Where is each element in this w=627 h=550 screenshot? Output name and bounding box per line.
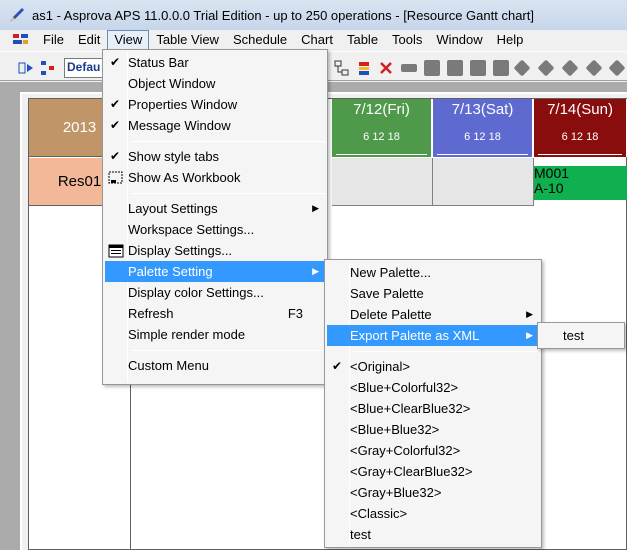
menu-item-object-window[interactable]: Object Window — [105, 73, 325, 94]
menu-item-status-bar[interactable]: ✔ Status Bar — [105, 52, 325, 73]
check-icon: ✔ — [110, 118, 121, 132]
menu-separator — [131, 350, 325, 351]
sp3-icon[interactable] — [470, 60, 486, 76]
menu-separator — [353, 351, 539, 352]
diamond-icon-5[interactable] — [608, 59, 626, 77]
menu-item-palette-blue-blue32[interactable]: <Blue+Blue32> — [327, 419, 539, 440]
menu-item-properties-window[interactable]: ✔ Properties Window — [105, 94, 325, 115]
menu-item-show-style-tabs[interactable]: ✔ Show style tabs — [105, 146, 325, 167]
delete-x-icon[interactable] — [378, 60, 394, 76]
grid-tree-icon[interactable] — [40, 60, 56, 76]
diamond-icon-3[interactable] — [561, 59, 579, 77]
submenu-arrow-icon: ▶ — [312, 266, 319, 276]
display-settings-icon — [108, 243, 124, 258]
menu-item-palette-gray-blue32[interactable]: <Gray+Blue32> — [327, 482, 539, 503]
hour-ticks: 6 12 18 — [561, 131, 599, 143]
menu-item-display-settings[interactable]: Display Settings... — [105, 240, 325, 261]
menu-file[interactable]: File — [36, 30, 71, 50]
submenu-arrow-icon: ▶ — [312, 203, 319, 213]
window-title: as1 - Asprova APS 11.0.0.0 Trial Edition… — [32, 7, 534, 23]
shortcut-label: F3 — [287, 306, 303, 321]
sp2-icon[interactable] — [447, 60, 463, 76]
menu-item-new-palette[interactable]: New Palette... — [327, 262, 539, 283]
sp4-icon[interactable] — [493, 60, 509, 76]
menu-item-show-as-workbook[interactable]: Show As Workbook — [105, 167, 325, 188]
menu-edit[interactable]: Edit — [71, 30, 107, 50]
menu-item-message-window[interactable]: ✔ Message Window — [105, 115, 325, 136]
style-combo[interactable]: Defau — [64, 58, 104, 78]
menu-item-palette-blue-colorful32[interactable]: <Blue+Colorful32> — [327, 377, 539, 398]
menu-separator — [131, 193, 325, 194]
menu-item-delete-palette[interactable]: Delete Palette ▶ — [327, 304, 539, 325]
menu-window[interactable]: Window — [429, 30, 489, 50]
tree-node-icon[interactable] — [334, 60, 350, 76]
diamond-icon-1[interactable] — [513, 59, 531, 77]
app-pen-icon — [8, 6, 26, 24]
menu-bar: File Edit View Table View Schedule Chart… — [0, 30, 627, 50]
workbook-icon — [108, 170, 124, 184]
day-header-sun: 7/14(Sun) 6 12 18 — [534, 99, 627, 157]
operation-item: A-10 — [534, 180, 564, 196]
menu-table-view[interactable]: Table View — [149, 30, 226, 50]
submenu-arrow-icon: ▶ — [526, 330, 533, 340]
back-arrow-icon[interactable] — [18, 60, 34, 76]
day-label: 7/13(Sat) — [451, 101, 514, 118]
gantt-cell[interactable] — [332, 158, 433, 206]
mdi-document-icon[interactable] — [12, 32, 30, 48]
menu-view[interactable]: View — [107, 30, 150, 50]
day-label: 7/12(Fri) — [353, 101, 410, 118]
operation-bar[interactable]: M001 A-10 — [534, 166, 627, 200]
menu-item-custom-menu[interactable]: Custom Menu — [105, 355, 325, 376]
diamond-icon-2[interactable] — [537, 59, 555, 77]
menu-item-palette-gray-clearblue32[interactable]: <Gray+ClearBlue32> — [327, 461, 539, 482]
day-header-fri: 7/12(Fri) 6 12 18 — [332, 99, 432, 157]
title-bar: as1 - Asprova APS 11.0.0.0 Trial Edition… — [0, 0, 627, 30]
hour-ruler — [437, 147, 528, 155]
operation-order: M001 — [534, 165, 570, 181]
export-submenu: test — [537, 322, 625, 349]
menu-chart[interactable]: Chart — [294, 30, 340, 50]
check-icon: ✔ — [332, 359, 343, 373]
menu-schedule[interactable]: Schedule — [226, 30, 294, 50]
menu-table[interactable]: Table — [340, 30, 385, 50]
menu-item-palette-test[interactable]: test — [327, 524, 539, 545]
menu-item-save-palette[interactable]: Save Palette — [327, 283, 539, 304]
day-label: 7/14(Sun) — [547, 101, 613, 118]
menu-item-refresh[interactable]: Refresh F3 — [105, 303, 325, 324]
day-header-sat: 7/13(Sat) 6 12 18 — [433, 99, 533, 157]
sp1-icon[interactable] — [424, 60, 440, 76]
menu-item-palette-blue-clearblue32[interactable]: <Blue+ClearBlue32> — [327, 398, 539, 419]
palette-colors-icon[interactable] — [356, 60, 372, 76]
hour-ticks: 6 12 18 — [363, 131, 400, 143]
menu-item-palette-gray-colorful32[interactable]: <Gray+Colorful32> — [327, 440, 539, 461]
check-icon: ✔ — [110, 97, 121, 111]
menu-item-layout-settings[interactable]: Layout Settings ▶ — [105, 198, 325, 219]
menu-help[interactable]: Help — [490, 30, 531, 50]
hour-ruler — [336, 147, 427, 155]
menu-item-palette-original[interactable]: ✔ <Original> — [327, 356, 539, 377]
gantt-cell[interactable] — [433, 158, 534, 206]
submenu-arrow-icon: ▶ — [526, 309, 533, 319]
menu-item-display-color-settings[interactable]: Display color Settings... — [105, 282, 325, 303]
menu-separator — [131, 141, 325, 142]
diamond-icon-4[interactable] — [585, 59, 603, 77]
view-menu: ✔ Status Bar Object Window ✔ Properties Wi… — [102, 49, 328, 385]
menu-item-export-palette-xml[interactable]: Export Palette as XML ▶ — [327, 325, 539, 346]
menu-item-workspace-settings[interactable]: Workspace Settings... — [105, 219, 325, 240]
gray-bar-icon[interactable] — [401, 64, 417, 72]
palette-submenu: New Palette... Save Palette Delete Palet… — [324, 259, 542, 548]
hour-ruler — [538, 147, 622, 155]
menu-item-palette-setting[interactable]: Palette Setting ▶ — [105, 261, 325, 282]
check-icon: ✔ — [110, 149, 121, 163]
menu-item-simple-render-mode[interactable]: Simple render mode — [105, 324, 325, 345]
menu-item-export-test[interactable]: test — [540, 325, 622, 346]
check-icon: ✔ — [110, 55, 121, 69]
menu-item-palette-classic[interactable]: <Classic> — [327, 503, 539, 524]
menu-tools[interactable]: Tools — [385, 30, 429, 50]
hour-ticks: 6 12 18 — [464, 131, 501, 143]
